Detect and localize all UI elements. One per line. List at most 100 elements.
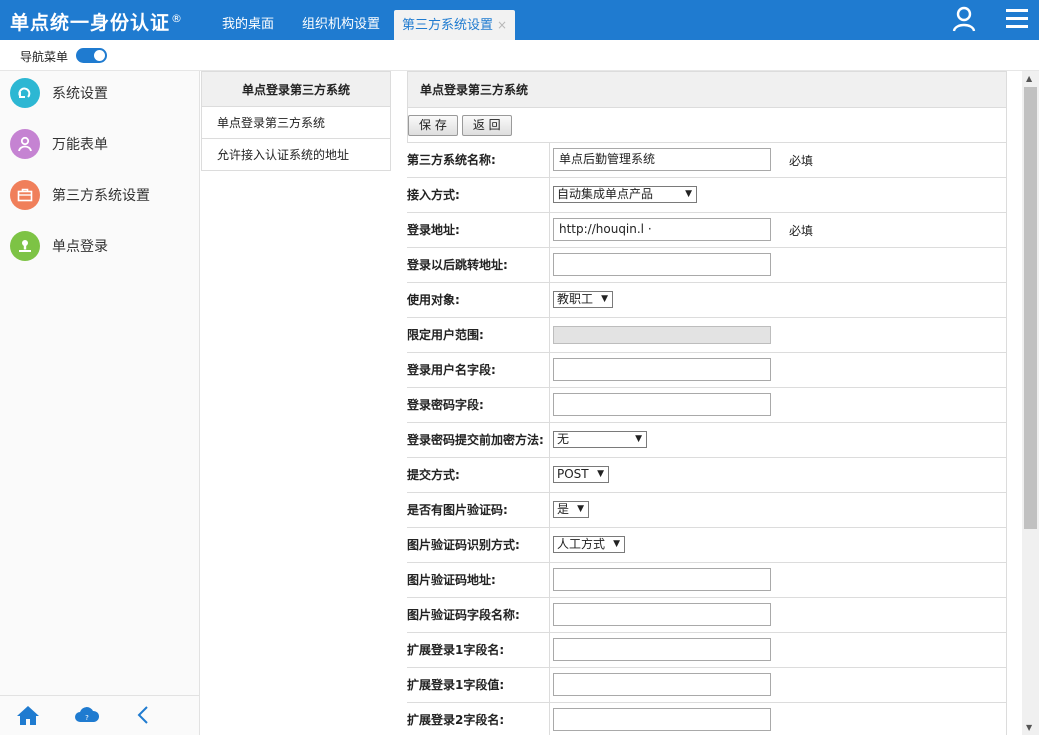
- scroll-up-icon[interactable]: ▲: [1026, 74, 1032, 83]
- field-label: 图片验证码识别方式:: [407, 528, 550, 562]
- sidebar-item-third-party[interactable]: 第三方系统设置: [10, 179, 150, 211]
- field-label: 扩展登录1字段名:: [407, 633, 550, 667]
- sidebar-item-label: 第三方系统设置: [52, 188, 150, 204]
- field-label: 提交方式:: [407, 458, 550, 492]
- nav-menu-label: 导航菜单: [20, 50, 69, 64]
- target-users-select[interactable]: 教职工 ▼: [553, 291, 613, 308]
- form-row: 登录以后跳转地址:: [407, 248, 1007, 283]
- field-label: 扩展登录1字段值:: [407, 668, 550, 702]
- user-icon: [10, 129, 40, 159]
- form-row: 登录用户名字段:: [407, 353, 1007, 388]
- form-row: 接入方式: 自动集成单点产品 ▼: [407, 178, 1007, 213]
- system-name-input[interactable]: 单点后勤管理系统: [553, 148, 771, 171]
- scroll-down-icon[interactable]: ▼: [1026, 723, 1032, 732]
- field-label: 登录以后跳转地址:: [407, 248, 550, 282]
- vertical-scrollbar[interactable]: ▲ ▼: [1022, 71, 1039, 735]
- captcha-url-input[interactable]: [553, 568, 771, 591]
- tab-bar: 我的桌面 组织机构设置 第三方系统设置 ×: [208, 10, 516, 40]
- sidebar-item-label: 万能表单: [52, 137, 108, 153]
- briefcase-icon: [10, 180, 40, 210]
- menu-icon[interactable]: [1005, 6, 1029, 32]
- dropdown-arrow-icon: ▼: [635, 434, 642, 444]
- form-row: 登录密码字段:: [407, 388, 1007, 423]
- sidebar-item-universal-form[interactable]: 万能表单: [10, 128, 108, 160]
- nav-toggle-row: 导航菜单: [0, 40, 1039, 71]
- field-label: 图片验证码字段名称:: [407, 598, 550, 632]
- field-label: 是否有图片验证码:: [407, 493, 550, 527]
- top-bar: 单点统一身份认证® 我的桌面 组织机构设置 第三方系统设置 ×: [0, 0, 1039, 40]
- ext1-field-value-input[interactable]: [553, 673, 771, 696]
- redirect-url-input[interactable]: [553, 253, 771, 276]
- form-title: 单点登录第三方系统: [407, 71, 1007, 108]
- field-label: 登录密码提交前加密方法:: [407, 423, 550, 457]
- captcha-recognition-select[interactable]: 人工方式 ▼: [553, 536, 625, 553]
- field-label: 接入方式:: [407, 178, 550, 212]
- back-button[interactable]: 返 回: [461, 115, 512, 136]
- ext2-field-name-input[interactable]: [553, 708, 771, 731]
- sidebar-item-label: 单点登录: [52, 239, 108, 255]
- form-toolbar: 保 存返 回: [407, 108, 1007, 143]
- ext1-field-name-input[interactable]: [553, 638, 771, 661]
- form-panel: 单点登录第三方系统 保 存返 回 第三方系统名称: 单点后勤管理系统 必填 接入方…: [407, 71, 1007, 735]
- tab-org-settings[interactable]: 组织机构设置: [288, 10, 394, 40]
- sidebar-footer: ?: [0, 695, 200, 735]
- form-row: 图片验证码识别方式: 人工方式 ▼: [407, 528, 1007, 563]
- form-row: 登录密码提交前加密方法: 无 ▼: [407, 423, 1007, 458]
- field-label: 登录密码字段:: [407, 388, 550, 422]
- form-row: 扩展登录1字段名:: [407, 633, 1007, 668]
- form-row: 提交方式: POST ▼: [407, 458, 1007, 493]
- has-captcha-select[interactable]: 是 ▼: [553, 501, 589, 518]
- password-field-input[interactable]: [553, 393, 771, 416]
- access-mode-select[interactable]: 自动集成单点产品 ▼: [553, 186, 697, 203]
- gear-arrow-icon: [10, 78, 40, 108]
- save-button[interactable]: 保 存: [408, 115, 458, 136]
- form-row: 扩展登录1字段值:: [407, 668, 1007, 703]
- required-label: 必填: [789, 154, 814, 168]
- sub-nav-title: 单点登录第三方系统: [202, 71, 390, 107]
- sub-nav-item-sso-systems[interactable]: 单点登录第三方系统: [202, 107, 390, 139]
- svg-text:?: ?: [85, 714, 89, 722]
- tab-third-party-settings[interactable]: 第三方系统设置 ×: [394, 10, 516, 40]
- form-row: 图片验证码地址:: [407, 563, 1007, 598]
- collapse-left-icon[interactable]: [136, 704, 150, 730]
- form-row: 使用对象: 教职工 ▼: [407, 283, 1007, 318]
- scrollbar-thumb[interactable]: [1024, 87, 1037, 529]
- tab-my-desktop[interactable]: 我的桌面: [208, 10, 288, 40]
- tab-close-icon[interactable]: ×: [497, 18, 507, 32]
- sidebar-item-label: 系统设置: [52, 86, 108, 102]
- dropdown-arrow-icon: ▼: [597, 469, 604, 479]
- sub-nav-item-allowed-addresses[interactable]: 允许接入认证系统的地址: [202, 139, 390, 171]
- sidebar: 系统设置 万能表单 第三方系统设置 单点登录 ?: [0, 71, 200, 735]
- username-field-input[interactable]: [553, 358, 771, 381]
- form-row: 限定用户范围:: [407, 318, 1007, 353]
- form-row: 登录地址: http://houqin.l · 必填: [407, 213, 1007, 248]
- sidebar-item-sso[interactable]: 单点登录: [10, 230, 108, 262]
- form-row: 图片验证码字段名称:: [407, 598, 1007, 633]
- field-label: 登录地址:: [407, 213, 550, 247]
- field-label: 使用对象:: [407, 283, 550, 317]
- encryption-method-select[interactable]: 无 ▼: [553, 431, 647, 448]
- dropdown-arrow-icon: ▼: [601, 294, 608, 304]
- cloud-help-icon[interactable]: ?: [74, 704, 100, 730]
- user-icon[interactable]: [951, 6, 977, 32]
- field-label: 扩展登录2字段名:: [407, 703, 550, 735]
- field-label: 登录用户名字段:: [407, 353, 550, 387]
- field-label: 图片验证码地址:: [407, 563, 550, 597]
- nav-menu-toggle[interactable]: [76, 48, 107, 63]
- home-icon[interactable]: [16, 704, 40, 730]
- submit-method-select[interactable]: POST ▼: [553, 466, 609, 483]
- login-url-input[interactable]: http://houqin.l ·: [553, 218, 771, 241]
- dropdown-arrow-icon: ▼: [613, 539, 620, 549]
- form-row: 是否有图片验证码: 是 ▼: [407, 493, 1007, 528]
- required-label: 必填: [789, 224, 814, 238]
- sub-nav-panel: 单点登录第三方系统 单点登录第三方系统 允许接入认证系统的地址: [201, 71, 391, 171]
- form-row: 扩展登录2字段名:: [407, 703, 1007, 735]
- app-title: 单点统一身份认证®: [10, 11, 184, 34]
- person-login-icon: [10, 231, 40, 261]
- dropdown-arrow-icon: ▼: [685, 189, 692, 199]
- user-scope-input: [553, 326, 771, 344]
- captcha-field-name-input[interactable]: [553, 603, 771, 626]
- form-row: 第三方系统名称: 单点后勤管理系统 必填: [407, 143, 1007, 178]
- sidebar-item-system-settings[interactable]: 系统设置: [10, 77, 108, 109]
- field-label: 限定用户范围:: [407, 318, 550, 352]
